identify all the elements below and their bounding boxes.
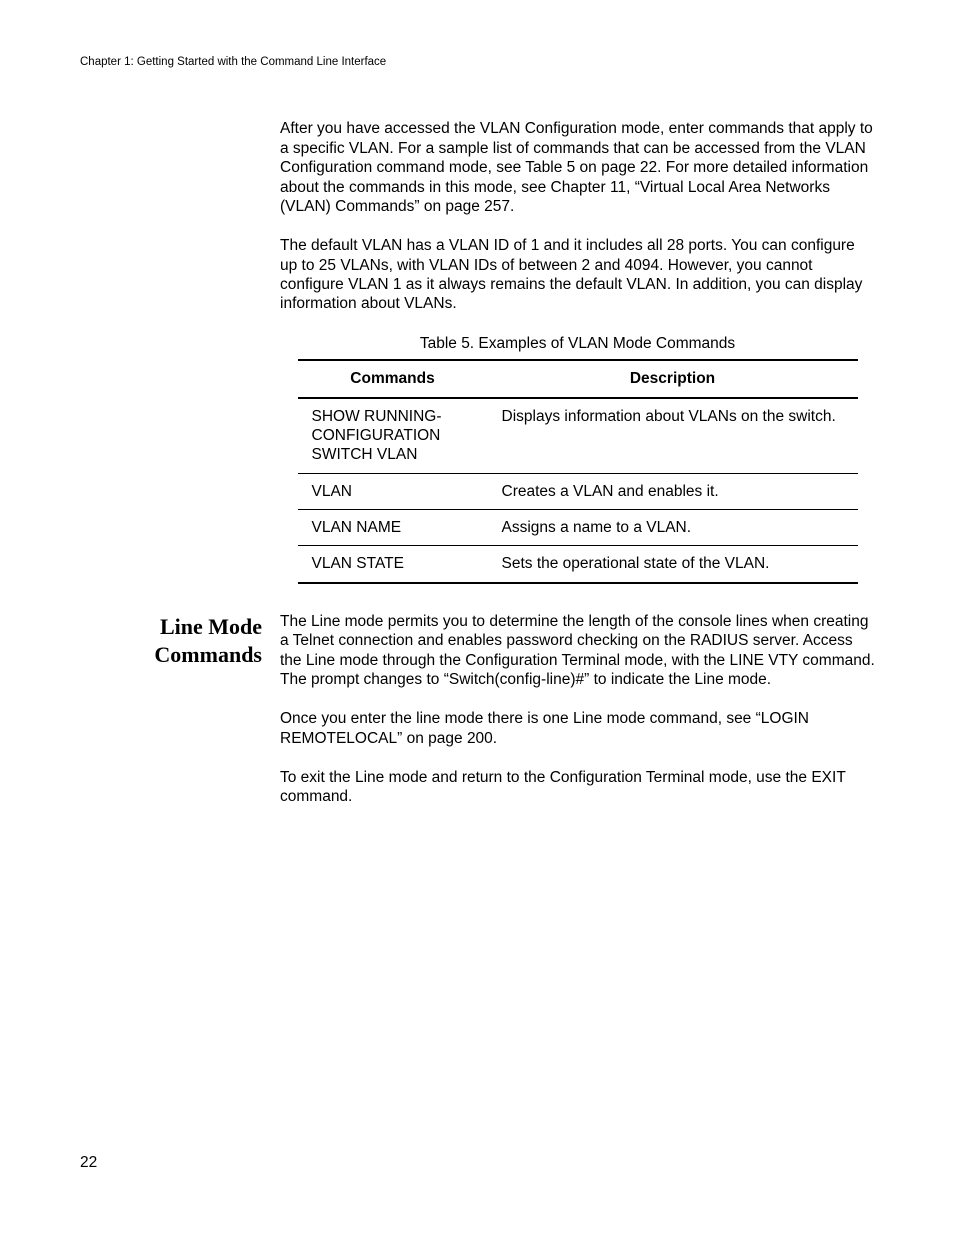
table-cell-command: SHOW RUNNING-CONFIGURATION SWITCH VLAN xyxy=(298,398,488,474)
line-mode-section: Line Mode Commands The Line mode permits… xyxy=(80,612,875,827)
table-caption: Table 5. Examples of VLAN Mode Commands xyxy=(280,334,875,353)
section-heading-line-mode: Line Mode Commands xyxy=(80,612,262,670)
page-content: Chapter 1: Getting Started with the Comm… xyxy=(80,55,875,827)
table-header-row: Commands Description xyxy=(298,360,858,397)
vlan-commands-table: Commands Description SHOW RUNNING-CONFIG… xyxy=(298,359,858,584)
table-cell-command: VLAN xyxy=(298,473,488,509)
body-paragraph: The Line mode permits you to determine t… xyxy=(280,612,875,690)
table-cell-description: Sets the operational state of the VLAN. xyxy=(488,546,858,583)
body-paragraph: The default VLAN has a VLAN ID of 1 and … xyxy=(280,236,875,314)
body-paragraph: After you have accessed the VLAN Configu… xyxy=(280,119,875,216)
table-row: VLAN Creates a VLAN and enables it. xyxy=(298,473,858,509)
body-paragraph: Once you enter the line mode there is on… xyxy=(280,709,875,748)
table-row: VLAN NAME Assigns a name to a VLAN. xyxy=(298,510,858,546)
running-header: Chapter 1: Getting Started with the Comm… xyxy=(80,55,875,69)
table-row: SHOW RUNNING-CONFIGURATION SWITCH VLAN D… xyxy=(298,398,858,474)
section-body: The Line mode permits you to determine t… xyxy=(280,612,875,827)
table-cell-command: VLAN NAME xyxy=(298,510,488,546)
main-column: After you have accessed the VLAN Configu… xyxy=(280,119,875,583)
table-header-description: Description xyxy=(488,360,858,397)
table-cell-description: Creates a VLAN and enables it. xyxy=(488,473,858,509)
table-cell-description: Displays information about VLANs on the … xyxy=(488,398,858,474)
table-row: VLAN STATE Sets the operational state of… xyxy=(298,546,858,583)
table-header-commands: Commands xyxy=(298,360,488,397)
table-cell-description: Assigns a name to a VLAN. xyxy=(488,510,858,546)
page-number: 22 xyxy=(80,1153,97,1172)
body-paragraph: To exit the Line mode and return to the … xyxy=(280,768,875,807)
table-cell-command: VLAN STATE xyxy=(298,546,488,583)
